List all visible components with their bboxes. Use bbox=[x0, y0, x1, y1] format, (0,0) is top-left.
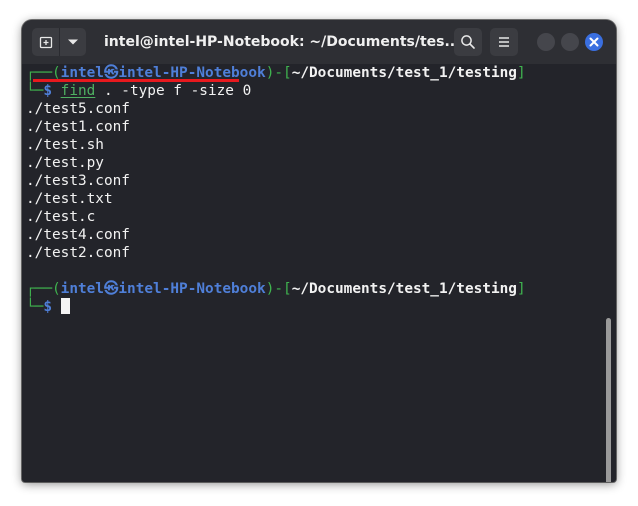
output-line: ./test.c bbox=[26, 209, 96, 225]
command-args: . -type f -size 0 bbox=[95, 83, 252, 99]
prompt-dollar: $ bbox=[43, 83, 61, 99]
menu-button[interactable] bbox=[490, 28, 518, 56]
output-line: ./test.py bbox=[26, 155, 104, 171]
prompt-at-symbol: ㉿ bbox=[103, 281, 119, 297]
title-bar: intel@intel-HP-Notebook: ~/Documents/tes… bbox=[22, 20, 616, 64]
search-icon bbox=[461, 35, 475, 49]
tab-controls bbox=[32, 28, 86, 56]
tab-menu-button[interactable] bbox=[60, 28, 86, 56]
prompt-frame: )-[ bbox=[265, 65, 292, 81]
prompt-path: ~/Documents/test_1/testing bbox=[291, 65, 517, 81]
maximize-button[interactable] bbox=[561, 33, 579, 51]
output-line: ./test5.conf bbox=[26, 101, 130, 117]
command-line: └─$ find . -type f -size 0 bbox=[26, 82, 251, 100]
output-line: ./test.txt bbox=[26, 191, 113, 207]
output-line: ./test.sh bbox=[26, 137, 104, 153]
prompt-frame: ] bbox=[516, 281, 526, 297]
prompt-host: intel-HP-Notebook bbox=[118, 281, 266, 297]
prompt-line: ┌──(intel㉿intel-HP-Notebook)-[~/Document… bbox=[26, 280, 526, 298]
output-line: ./test3.conf bbox=[26, 173, 130, 189]
command-name: find bbox=[60, 83, 96, 99]
prompt-frame: ] bbox=[516, 65, 526, 81]
hamburger-icon bbox=[499, 37, 509, 47]
window-title: intel@intel-HP-Notebook: ~/Documents/tes… bbox=[104, 34, 461, 50]
minimize-button[interactable] bbox=[537, 33, 555, 51]
prompt-frame: └─ bbox=[26, 83, 44, 99]
output-line: ./test4.conf bbox=[26, 227, 130, 243]
input-line[interactable]: └─$ bbox=[26, 298, 70, 316]
new-tab-button[interactable] bbox=[32, 28, 60, 56]
prompt-path: ~/Documents/test_1/testing bbox=[291, 281, 517, 297]
terminal-area[interactable]: ┌──(intel㉿intel-HP-Notebook)-[~/Document… bbox=[22, 64, 616, 482]
terminal-window: intel@intel-HP-Notebook: ~/Documents/tes… bbox=[22, 20, 616, 482]
annotation-underline bbox=[33, 79, 239, 82]
search-button[interactable] bbox=[454, 28, 482, 56]
output-line: ./test2.conf bbox=[26, 245, 130, 261]
prompt-dollar: $ bbox=[43, 299, 61, 315]
prompt-frame: )-[ bbox=[265, 281, 292, 297]
chevron-down-icon bbox=[68, 39, 78, 45]
prompt-frame: ┌──( bbox=[26, 281, 61, 297]
new-tab-icon bbox=[39, 36, 52, 49]
scrollbar[interactable] bbox=[606, 318, 611, 482]
close-icon bbox=[589, 37, 599, 47]
prompt-frame: └─ bbox=[26, 299, 44, 315]
close-button[interactable] bbox=[585, 33, 603, 51]
text-cursor bbox=[60, 298, 70, 314]
prompt-user: intel bbox=[60, 281, 104, 297]
output-line: ./test1.conf bbox=[26, 119, 130, 135]
